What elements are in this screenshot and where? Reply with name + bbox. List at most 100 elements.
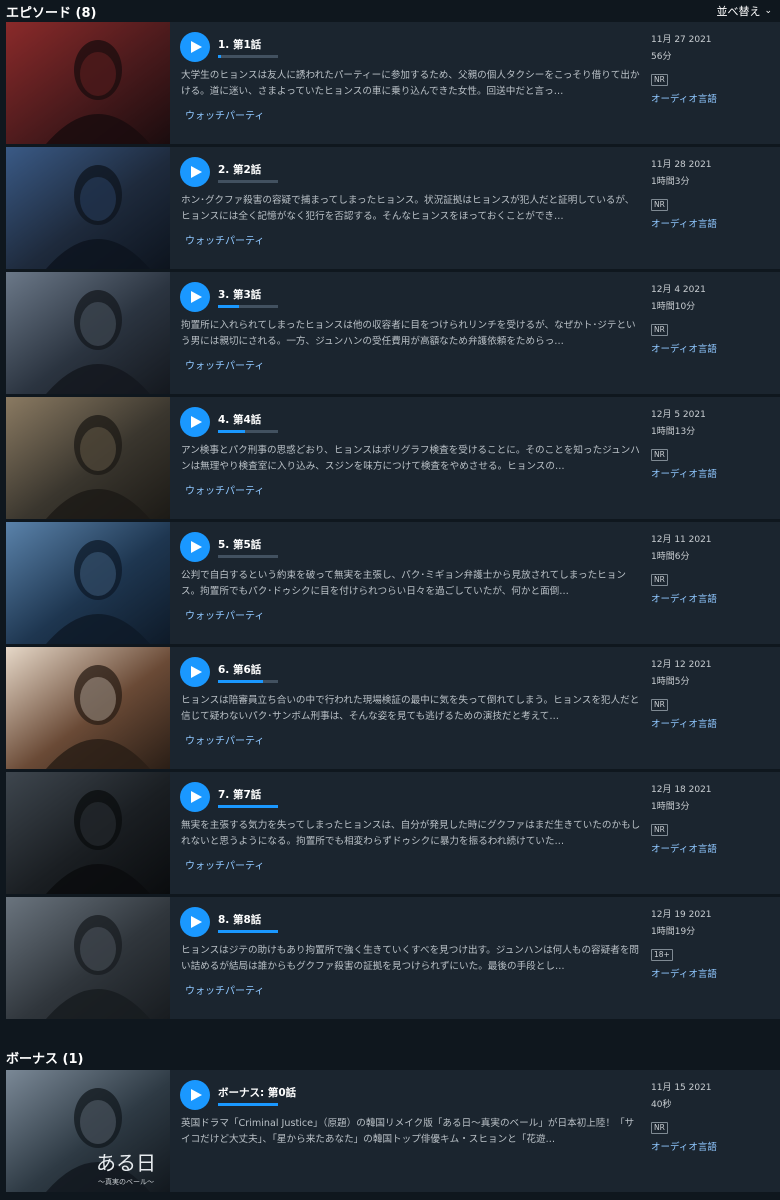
episode-thumbnail[interactable] — [6, 272, 170, 394]
episode-title[interactable]: 2. 第2話 — [218, 162, 261, 177]
release-date: 12月 4 2021 — [651, 285, 706, 295]
watch-party-link[interactable]: ウォッチパーティ — [185, 982, 264, 997]
duration: 56分 — [651, 52, 672, 62]
bonus-section-title: ボーナス (1) — [6, 1051, 84, 1067]
watch-party-link[interactable]: ウォッチパーティ — [185, 732, 264, 747]
episode-row[interactable]: 7. 第7話 無実を主張する気力を失ってしまったヒョンスは、自分が発見した時にグク… — [6, 772, 780, 894]
audio-language-link[interactable]: オーディオ言語 — [651, 466, 776, 480]
episode-meta: 12月 19 2021 1時間19分 18+ オーディオ言語 — [651, 908, 776, 980]
episode-row[interactable]: 6. 第6話ヒョンスは陪審員立ち合いの中で行われた現場検証の最中に気を失って倒れ… — [6, 647, 780, 769]
watch-progress-fill — [218, 1103, 278, 1106]
episode-meta: 12月 4 2021 1時間10分 NR オーディオ言語 — [651, 283, 776, 355]
bonus-header: ボーナス (1) — [0, 1046, 780, 1068]
release-date: 12月 5 2021 — [651, 410, 706, 420]
episode-description: 拘置所に入れられてしまったヒョンスは他の収容者に目をつけられリンチを受けるが、な… — [181, 320, 636, 347]
play-button[interactable] — [180, 657, 210, 687]
episode-row[interactable]: 8. 第8話 ヒョンスはジテの助けもあり拘置所で強く生きていくすべを見つけ出す。ジ… — [6, 897, 780, 1019]
play-button[interactable] — [180, 282, 210, 312]
episode-list: 1. 第1話 大学生のヒョンスは友人に誘われたパーティーに参加するため、父親の個人… — [0, 22, 780, 1022]
rating-badge: NR — [651, 74, 668, 86]
duration: 1時間3分 — [651, 802, 690, 812]
watch-progress-bar — [218, 430, 278, 433]
episode-title[interactable]: 7. 第7話 — [218, 787, 261, 802]
play-button[interactable] — [180, 157, 210, 187]
release-date: 12月 11 2021 — [651, 535, 712, 545]
episode-row[interactable]: 5. 第5話 公判で自白するという約束を破って無実を主張し、パク･ミギョン弁護士か… — [6, 522, 780, 644]
rating-badge: NR — [651, 824, 668, 836]
play-icon — [189, 41, 202, 53]
episode-description: アン検事とパク刑事の思惑どおり、ヒョンスはポリグラフ検査を受けることに。そのこと… — [181, 445, 640, 472]
episode-thumbnail[interactable] — [6, 147, 170, 269]
watch-party-link[interactable]: ウォッチパーティ — [185, 107, 264, 122]
audio-language-link[interactable]: オーディオ言語 — [651, 91, 776, 105]
bonus-row[interactable]: ある日 ～真実のベール～ ボーナス: 第0話英国ドラマ「Criminal Justi… — [6, 1070, 780, 1192]
rating-badge: NR — [651, 1122, 668, 1134]
episode-row[interactable]: 3. 第3話拘置所に入れられてしまったヒョンスは他の収容者に目をつけられリンチを… — [6, 272, 780, 394]
play-button[interactable] — [180, 782, 210, 812]
watch-party-link[interactable]: ウォッチパーティ — [185, 357, 264, 372]
play-icon — [189, 166, 202, 178]
play-button[interactable] — [180, 407, 210, 437]
release-date: 12月 18 2021 — [651, 785, 712, 795]
audio-language-link[interactable]: オーディオ言語 — [651, 716, 776, 730]
episode-thumbnail[interactable] — [6, 772, 170, 894]
watch-progress-fill — [218, 55, 221, 58]
rating-badge: NR — [651, 199, 668, 211]
episode-title[interactable]: 5. 第5話 — [218, 537, 261, 552]
episode-thumbnail[interactable] — [6, 647, 170, 769]
watch-party-link[interactable]: ウォッチパーティ — [185, 607, 264, 622]
sort-button[interactable]: 並べ替え ⌄ — [716, 3, 772, 19]
episode-thumbnail[interactable] — [6, 522, 170, 644]
episode-meta: 12月 11 2021 1時間6分 NR オーディオ言語 — [651, 533, 776, 605]
audio-language-link[interactable]: オーディオ言語 — [651, 591, 776, 605]
duration: 1時間13分 — [651, 427, 696, 437]
watch-progress-fill — [218, 930, 278, 933]
watch-progress-fill — [218, 305, 239, 308]
episode-description: 英国ドラマ「Criminal Justice」（原題）の韓国リメイク版「ある日～… — [181, 1118, 635, 1145]
watch-progress-bar — [218, 930, 278, 933]
episode-meta: 12月 18 2021 1時間3分 NR オーディオ言語 — [651, 783, 776, 855]
release-date: 11月 28 2021 — [651, 160, 712, 170]
release-date: 12月 19 2021 — [651, 910, 712, 920]
watch-party-link[interactable]: ウォッチパーティ — [185, 857, 264, 872]
episode-row[interactable]: 4. 第4話アン検事とパク刑事の思惑どおり、ヒョンスはポリグラフ検査を受けること… — [6, 397, 780, 519]
duration: 1時間3分 — [651, 177, 690, 187]
release-date: 11月 27 2021 — [651, 35, 712, 45]
play-button[interactable] — [180, 532, 210, 562]
audio-language-link[interactable]: オーディオ言語 — [651, 841, 776, 855]
episode-thumbnail[interactable] — [6, 22, 170, 144]
watch-party-link[interactable]: ウォッチパーティ — [185, 232, 264, 247]
episode-thumbnail[interactable] — [6, 397, 170, 519]
audio-language-link[interactable]: オーディオ言語 — [651, 966, 776, 980]
episode-meta: 11月 28 2021 1時間3分 NR オーディオ言語 — [651, 158, 776, 230]
audio-language-link[interactable]: オーディオ言語 — [651, 341, 776, 355]
watch-party-link[interactable]: ウォッチパーティ — [185, 482, 264, 497]
watch-progress-fill — [218, 680, 263, 683]
episodes-header: エピソード (8) 並べ替え ⌄ — [0, 0, 780, 22]
play-button[interactable] — [180, 907, 210, 937]
episode-thumbnail[interactable]: ある日 ～真実のベール～ — [6, 1070, 170, 1192]
audio-language-link[interactable]: オーディオ言語 — [651, 216, 776, 230]
play-button[interactable] — [180, 32, 210, 62]
play-icon — [189, 666, 202, 678]
rating-badge: 18+ — [651, 949, 673, 961]
chevron-down-icon: ⌄ — [764, 6, 772, 16]
audio-language-link[interactable]: オーディオ言語 — [651, 1139, 776, 1153]
episode-thumbnail[interactable] — [6, 897, 170, 1019]
play-icon — [189, 291, 202, 303]
watch-progress-fill — [218, 430, 245, 433]
episode-meta: 12月 5 2021 1時間13分 NR オーディオ言語 — [651, 408, 776, 480]
episode-description: ヒョンスは陪審員立ち合いの中で行われた現場検証の最中に気を失って倒れてしまう。ヒ… — [181, 695, 640, 722]
episode-title[interactable]: 8. 第8話 — [218, 912, 261, 927]
episode-title[interactable]: 3. 第3話 — [218, 287, 261, 302]
episode-row[interactable]: 2. 第2話 ホン･グクファ殺害の容疑で捕まってしまったヒョンス。状況証拠はヒョン… — [6, 147, 780, 269]
play-button[interactable] — [180, 1080, 210, 1110]
episode-title[interactable]: 6. 第6話 — [218, 662, 261, 677]
episode-title[interactable]: ボーナス: 第0話 — [218, 1085, 296, 1100]
rating-badge: NR — [651, 324, 668, 336]
release-date: 11月 15 2021 — [651, 1083, 712, 1093]
episode-title[interactable]: 4. 第4話 — [218, 412, 261, 427]
watch-progress-bar — [218, 555, 278, 558]
episode-title[interactable]: 1. 第1話 — [218, 37, 261, 52]
episode-row[interactable]: 1. 第1話 大学生のヒョンスは友人に誘われたパーティーに参加するため、父親の個人… — [6, 22, 780, 144]
